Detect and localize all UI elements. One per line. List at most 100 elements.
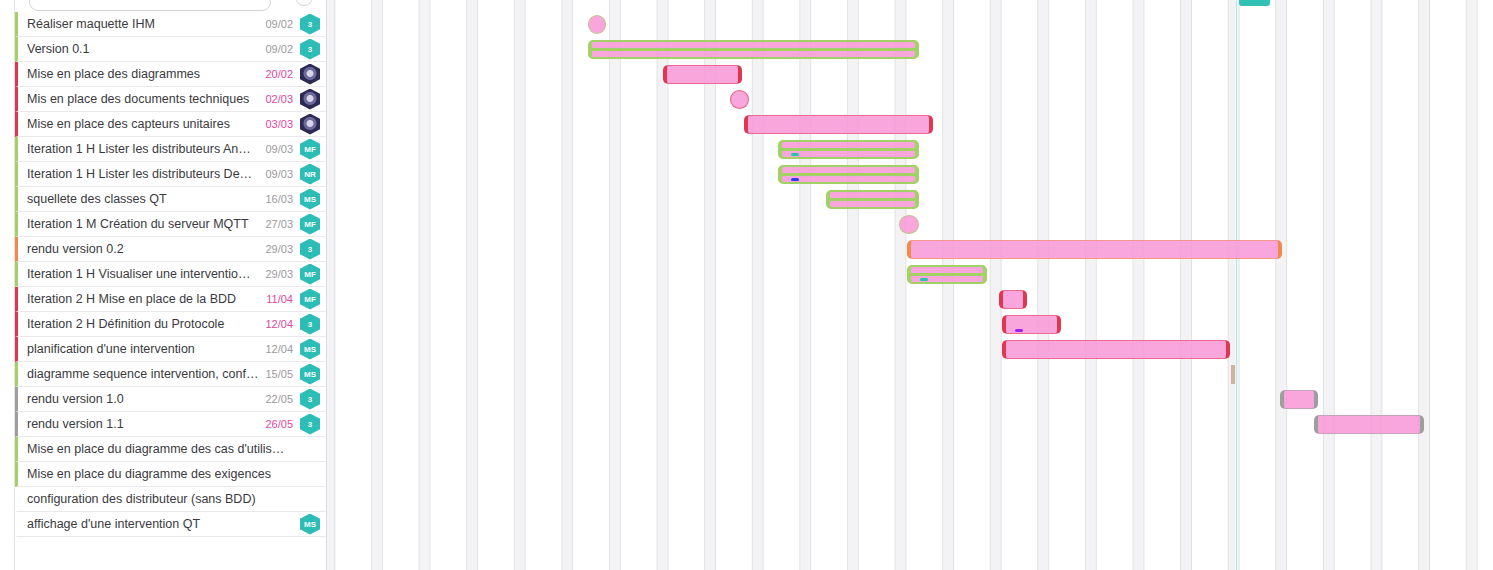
task-name[interactable]: Iteration 1 H Lister les distributeurs D… xyxy=(27,167,257,181)
assignee-avatar[interactable]: MF xyxy=(300,139,320,160)
task-name[interactable]: Mise en place des capteurs unitaires xyxy=(27,117,257,131)
task-name[interactable]: Mise en place des diagrammes xyxy=(27,67,257,81)
menu-button[interactable] xyxy=(295,0,313,6)
task-bar[interactable] xyxy=(663,65,742,84)
search-field[interactable] xyxy=(29,0,271,11)
assignee-avatar[interactable]: 3 xyxy=(300,39,320,60)
timeline-row xyxy=(327,62,1493,87)
assignee-avatar[interactable]: 3 xyxy=(300,314,320,335)
task-bar[interactable] xyxy=(907,240,1282,259)
task-name[interactable]: Iteration 1 M Création du serveur MQTT xyxy=(27,217,257,231)
task-bar[interactable] xyxy=(778,140,919,159)
task-bar[interactable] xyxy=(826,190,919,209)
task-bar[interactable] xyxy=(1002,315,1061,334)
task-bar[interactable] xyxy=(778,165,919,184)
task-row[interactable]: Iteration 2 H Mise en place de la BDD11/… xyxy=(15,287,326,312)
task-row[interactable]: Iteration 1 H Lister les distributeurs A… xyxy=(15,137,326,162)
gutter xyxy=(0,0,14,570)
task-date: 27/03 xyxy=(257,218,293,230)
task-name[interactable]: Mise en place du diagramme des exigences xyxy=(27,467,326,481)
timeline-header xyxy=(327,0,1493,12)
task-row[interactable]: rendu version 1.022/053 xyxy=(15,387,326,412)
timeline-row xyxy=(327,262,1493,287)
task-row[interactable]: planification d'une intervention12/04MS xyxy=(15,337,326,362)
assignee-photo-icon[interactable] xyxy=(300,114,320,135)
task-name[interactable]: Iteration 2 H Mise en place de la BDD xyxy=(27,292,257,306)
timeline-row xyxy=(327,87,1493,112)
task-name[interactable]: affichage d'une intervention QT xyxy=(27,517,300,531)
task-row[interactable]: Mise en place du diagramme des exigences xyxy=(15,462,326,487)
task-name[interactable]: Réaliser maquette IHM xyxy=(27,17,257,31)
assignee-avatar[interactable]: 3 xyxy=(300,14,320,35)
assignee-avatar[interactable]: MS xyxy=(300,514,320,535)
task-name[interactable]: rendu version 1.0 xyxy=(27,392,257,406)
task-row[interactable]: rendu version 0.229/033 xyxy=(15,237,326,262)
task-name[interactable]: Mise en place du diagramme des cas d'uti… xyxy=(27,442,326,456)
milestone-line[interactable] xyxy=(1231,365,1235,384)
task-name[interactable]: rendu version 1.1 xyxy=(27,417,257,431)
task-row[interactable]: Mise en place des capteurs unitaires03/0… xyxy=(15,112,326,137)
task-bar[interactable] xyxy=(907,265,987,284)
task-name[interactable]: Iteration 2 H Définition du Protocole xyxy=(27,317,257,331)
task-name[interactable]: squellete des classes QT xyxy=(27,192,257,206)
task-name[interactable]: Mis en place des documents techniques xyxy=(27,92,257,106)
task-name[interactable]: Iteration 1 H Visualiser une interventio… xyxy=(27,267,257,281)
timeline-row xyxy=(327,237,1493,262)
milestone-bar[interactable] xyxy=(730,90,748,109)
task-row[interactable]: Iteration 2 H Définition du Protocole12/… xyxy=(15,312,326,337)
task-row[interactable]: Mis en place des documents techniques02/… xyxy=(15,87,326,112)
task-row[interactable]: diagramme sequence intervention, conf…15… xyxy=(15,362,326,387)
assignee-photo-icon[interactable] xyxy=(300,64,320,85)
task-row[interactable]: affichage d'une intervention QTMS xyxy=(15,512,326,537)
progress-line xyxy=(830,198,915,201)
assignee-avatar[interactable]: MF xyxy=(300,289,320,310)
task-row[interactable]: Version 0.109/023 xyxy=(15,37,326,62)
task-name[interactable]: Iteration 1 H Lister les distributeurs A… xyxy=(27,142,257,156)
task-name[interactable]: Version 0.1 xyxy=(27,42,257,56)
task-bar[interactable] xyxy=(999,290,1027,309)
task-row[interactable]: rendu version 1.126/053 xyxy=(15,412,326,437)
timeline-row xyxy=(327,112,1493,137)
milestone-bar[interactable] xyxy=(588,15,606,34)
task-row[interactable]: Mise en place du diagramme des cas d'uti… xyxy=(15,437,326,462)
timeline-row xyxy=(327,12,1493,37)
task-row[interactable]: Mise en place des diagrammes20/02 xyxy=(15,62,326,87)
task-date: 29/03 xyxy=(257,268,293,280)
task-date: 09/03 xyxy=(257,143,293,155)
assignee-avatar[interactable]: MS xyxy=(300,364,320,385)
timeline-row xyxy=(327,487,1493,512)
timeline-row xyxy=(327,187,1493,212)
task-date: 02/03 xyxy=(257,93,293,105)
task-name[interactable]: diagramme sequence intervention, conf… xyxy=(27,367,257,381)
task-name[interactable]: configuration des distributeur (sans BDD… xyxy=(27,492,326,506)
task-row[interactable]: Réaliser maquette IHM09/023 xyxy=(15,12,326,37)
task-row[interactable]: Iteration 1 H Visualiser une interventio… xyxy=(15,262,326,287)
task-row[interactable]: Iteration 1 H Lister les distributeurs D… xyxy=(15,162,326,187)
task-name[interactable]: rendu version 0.2 xyxy=(27,242,257,256)
assignee-photo-icon[interactable] xyxy=(300,89,320,110)
task-bar[interactable] xyxy=(588,40,919,59)
assignee-avatar[interactable]: 3 xyxy=(300,389,320,410)
task-bar[interactable] xyxy=(1314,415,1424,434)
task-name[interactable]: planification d'une intervention xyxy=(27,342,257,356)
assignee-avatar[interactable]: MF xyxy=(300,264,320,285)
task-bar[interactable] xyxy=(744,115,933,134)
timeline-row xyxy=(327,437,1493,462)
timeline-row xyxy=(327,337,1493,362)
assignee-avatar[interactable]: 3 xyxy=(300,414,320,435)
task-bar[interactable] xyxy=(1280,390,1318,409)
assignee-avatar[interactable]: MS xyxy=(300,339,320,360)
today-marker[interactable] xyxy=(1239,0,1270,6)
assignee-avatar[interactable]: MF xyxy=(300,214,320,235)
assignee-avatar[interactable]: MS xyxy=(300,189,320,210)
timeline-row xyxy=(327,37,1493,62)
task-row[interactable]: squellete des classes QT16/03 MS xyxy=(15,187,326,212)
task-date: 16/03 xyxy=(257,193,293,205)
milestone-bar[interactable] xyxy=(899,215,919,234)
task-list-header xyxy=(15,0,326,12)
task-row[interactable]: Iteration 1 M Création du serveur MQTT27… xyxy=(15,212,326,237)
assignee-avatar[interactable]: 3 xyxy=(300,239,320,260)
assignee-avatar[interactable]: NR xyxy=(300,164,320,185)
task-bar[interactable] xyxy=(1002,340,1230,359)
task-row[interactable]: configuration des distributeur (sans BDD… xyxy=(15,487,326,512)
